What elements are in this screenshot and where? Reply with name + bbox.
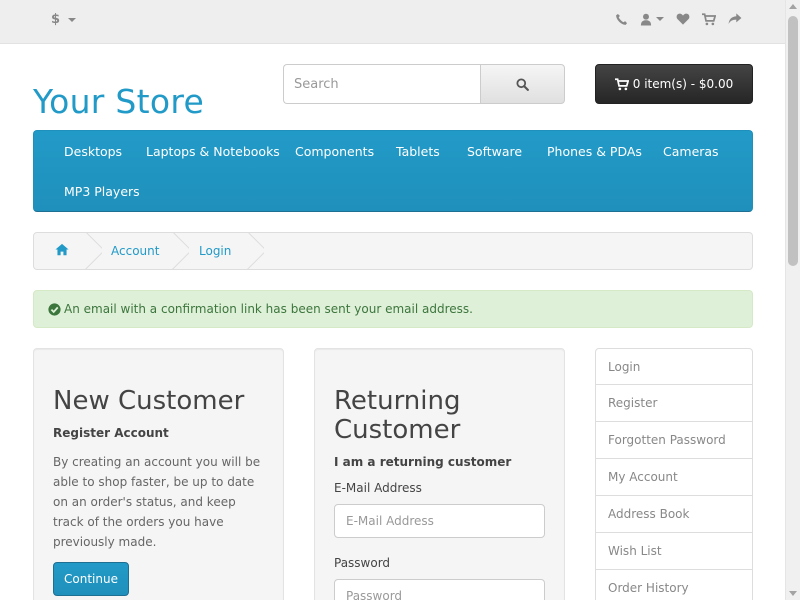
new-customer-description: By creating an account you will be able …	[53, 455, 261, 549]
returning-customer-panel: Returning Customer I am a returning cust…	[314, 348, 565, 600]
breadcrumb-login[interactable]: Login	[199, 244, 231, 258]
store-logo[interactable]: Your Store	[33, 82, 204, 121]
menu-item-mp3-players[interactable]: MP3 Players	[64, 184, 140, 199]
continue-button[interactable]: Continue	[53, 562, 129, 596]
account-links: Login Register Forgotten Password My Acc…	[595, 348, 753, 600]
account-link-wish-list[interactable]: Wish List	[595, 533, 753, 570]
returning-customer-subtitle: I am a returning customer	[334, 455, 512, 469]
account-link-forgotten-password[interactable]: Forgotten Password	[595, 422, 753, 459]
phone-icon[interactable]	[612, 10, 630, 28]
alert-message: An email with a confirmation link has be…	[64, 302, 473, 316]
shopping-cart-icon	[614, 77, 629, 90]
currency-dropdown[interactable]: $	[51, 12, 76, 27]
password-field[interactable]	[334, 579, 545, 600]
new-customer-panel: New Customer Register Account By creatin…	[33, 348, 284, 600]
menu-item-components[interactable]: Components	[295, 144, 374, 159]
category-menu: Desktops Laptops & Notebooks Components …	[33, 130, 753, 212]
account-link-address-book[interactable]: Address Book	[595, 496, 753, 533]
search-input[interactable]	[283, 64, 481, 104]
breadcrumb-separator	[244, 232, 264, 270]
cart-label: 0 item(s) - $0.00	[632, 77, 734, 91]
breadcrumb-separator	[169, 232, 189, 270]
account-link-login[interactable]: Login	[595, 348, 753, 385]
register-account-subtitle: Register Account	[53, 426, 169, 440]
search-icon	[516, 77, 529, 91]
breadcrumb-separator	[82, 232, 102, 270]
user-icon[interactable]	[638, 10, 666, 28]
share-icon[interactable]	[726, 10, 744, 28]
heart-icon[interactable]	[674, 10, 692, 28]
search-button[interactable]	[480, 64, 565, 104]
menu-item-tablets[interactable]: Tablets	[396, 144, 440, 159]
returning-customer-title: Returning Customer	[334, 386, 461, 445]
menu-item-phones-pdas[interactable]: Phones & PDAs	[547, 144, 642, 159]
scroll-up-arrow-icon[interactable]	[789, 4, 797, 9]
currency-label: $	[51, 12, 61, 27]
account-link-order-history[interactable]: Order History	[595, 570, 753, 600]
home-icon[interactable]	[55, 243, 69, 259]
account-link-my-account[interactable]: My Account	[595, 459, 753, 496]
vertical-scrollbar[interactable]	[785, 0, 800, 600]
chevron-down-icon	[67, 17, 76, 22]
chevron-down-icon	[656, 17, 664, 21]
scrollbar-thumb[interactable]	[788, 16, 798, 266]
email-field[interactable]	[334, 504, 545, 538]
success-alert: An email with a confirmation link has be…	[33, 290, 753, 328]
breadcrumb-account[interactable]: Account	[111, 244, 159, 258]
scroll-down-arrow-icon[interactable]	[789, 591, 797, 596]
menu-item-cameras[interactable]: Cameras	[663, 144, 719, 159]
account-link-register[interactable]: Register	[595, 385, 753, 422]
breadcrumb: Account Login	[33, 232, 753, 270]
menu-item-laptops-notebooks[interactable]: Laptops & Notebooks	[146, 144, 280, 159]
password-label: Password	[334, 556, 391, 570]
menu-item-software[interactable]: Software	[467, 144, 522, 159]
menu-item-desktops[interactable]: Desktops	[64, 144, 122, 159]
email-label: E-Mail Address	[334, 481, 422, 495]
top-links	[612, 10, 744, 28]
top-bar: $	[0, 0, 785, 44]
new-customer-title: New Customer	[53, 386, 245, 416]
check-circle-icon	[48, 302, 61, 316]
cart-button[interactable]: 0 item(s) - $0.00	[595, 64, 753, 104]
shopping-cart-icon[interactable]	[700, 10, 718, 28]
